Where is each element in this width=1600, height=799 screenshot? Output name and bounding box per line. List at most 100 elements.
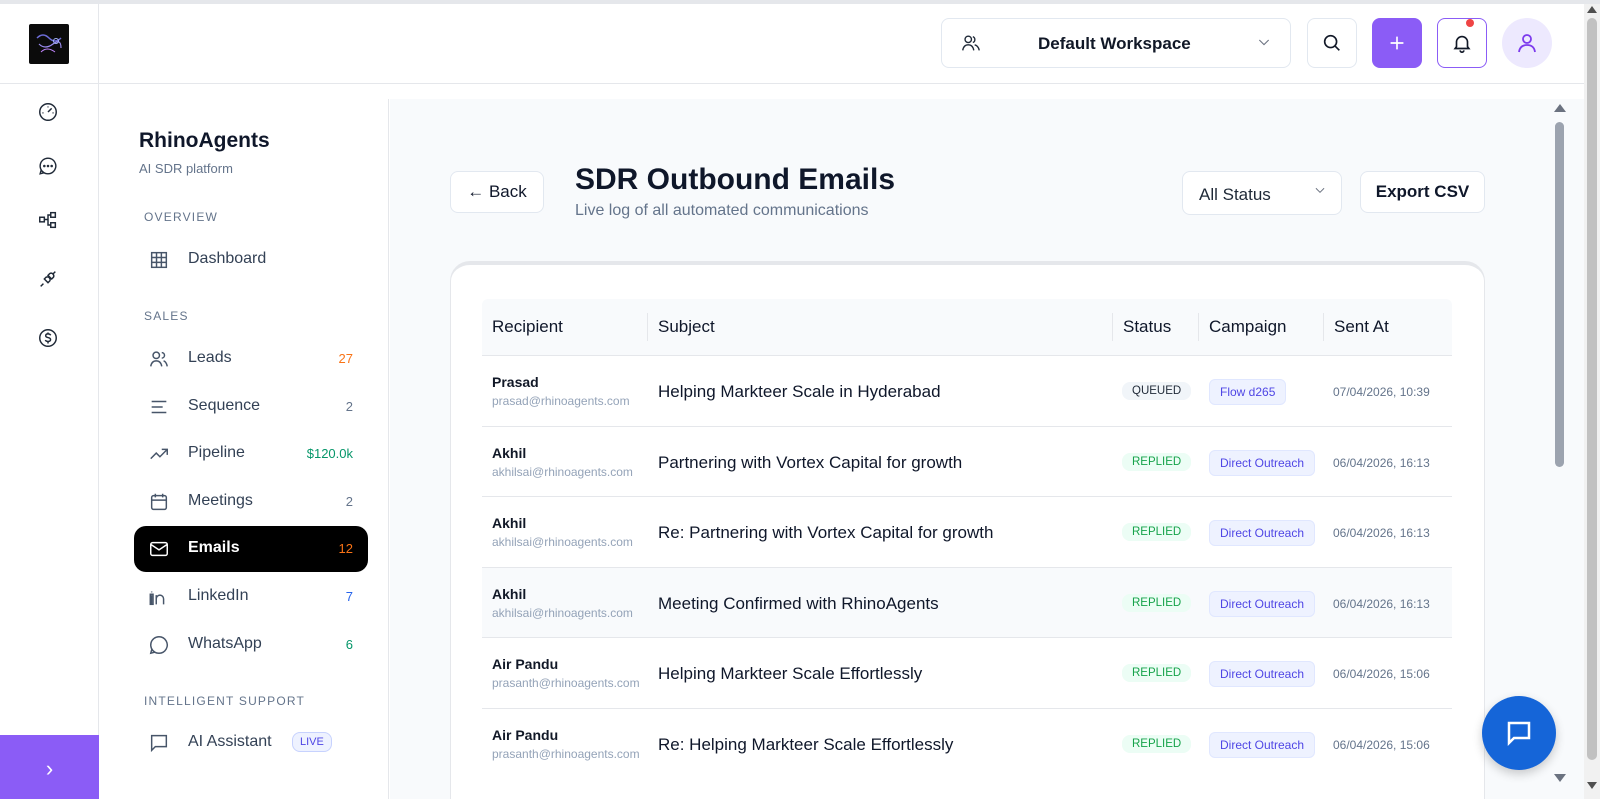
recipient-name: Akhil — [492, 585, 527, 602]
recipient-name: Air Pandu — [492, 726, 559, 743]
column-header-recipient[interactable]: Recipient — [492, 317, 563, 337]
recipient-email: prasad@rhinoagents.com — [492, 394, 630, 408]
recipient-email: akhilsai@rhinoagents.com — [492, 605, 633, 620]
campaign-tag[interactable]: Direct Outreach — [1209, 590, 1316, 617]
search-button[interactable] — [1307, 18, 1357, 68]
status-badge: QUEUED — [1122, 382, 1192, 400]
nav-item-meetings[interactable]: Meetings 2 — [134, 479, 368, 525]
status-badge: REPLIED — [1122, 523, 1192, 541]
app-logo[interactable] — [29, 24, 69, 64]
campaign-tag[interactable]: Direct Outreach — [1209, 661, 1316, 687]
window-scrollbar[interactable] — [1584, 4, 1600, 799]
nav-item-pipeline[interactable]: Pipeline $120.0k — [134, 431, 368, 477]
emails-card: Recipient Subject Status Campaign Sent A… — [450, 261, 1485, 799]
user-icon — [1518, 34, 1536, 53]
scroll-down-arrow[interactable] — [1587, 782, 1597, 789]
nav-item-linkedin[interactable]: LinkedIn 7 — [134, 574, 368, 620]
email-subject: Meeting Confirmed with RhinoAgents — [658, 593, 939, 613]
email-subject: Helping Markteer Scale Effortlessly — [658, 664, 923, 683]
notifications-button[interactable] — [1437, 18, 1487, 68]
top-header: Default Workspace — [99, 4, 1584, 84]
chat-bubble-icon[interactable] — [34, 152, 62, 180]
column-divider — [1323, 313, 1324, 341]
nav-label: Sequence — [188, 397, 261, 414]
user-avatar[interactable] — [1502, 18, 1552, 68]
nav-item-dashboard[interactable]: Dashboard — [134, 237, 368, 283]
email-subject: Partnering with Vortex Capital for growt… — [658, 452, 963, 472]
recipient-email: akhilsai@rhinoagents.com — [492, 464, 633, 479]
email-subject: Helping Markteer Scale in Hyderabad — [658, 382, 941, 401]
scroll-down-arrow[interactable] — [1554, 774, 1566, 782]
sent-at: 06/04/2026, 16:13 — [1333, 526, 1430, 540]
scroll-thumb[interactable] — [1555, 122, 1564, 467]
column-header-sent-at[interactable]: Sent At — [1334, 317, 1389, 337]
recipient-name: Akhil — [492, 444, 527, 461]
nav-item-sequence[interactable]: Sequence 2 — [134, 384, 368, 430]
page-title: SDR Outbound Emails — [575, 163, 896, 196]
column-header-campaign[interactable]: Campaign — [1209, 317, 1287, 337]
nav-item-emails[interactable]: Emails 12 — [134, 526, 368, 572]
nav-count: 2 — [345, 494, 353, 509]
calendar-icon — [148, 491, 170, 513]
status-filter-select[interactable]: All Status — [1182, 171, 1342, 215]
back-button[interactable]: ← Back — [450, 171, 544, 213]
chat-support-button[interactable] — [1482, 696, 1556, 770]
expand-sidebar-button[interactable]: › — [0, 735, 99, 799]
table-row[interactable]: Air Pandu prasanth@rhinoagents.com Helpi… — [482, 637, 1452, 708]
table-row[interactable]: Prasad prasad@rhinoagents.com Helping Ma… — [482, 355, 1452, 426]
scroll-thumb[interactable] — [1587, 18, 1597, 760]
sent-at: 06/04/2026, 15:06 — [1333, 667, 1430, 681]
page-subtitle: Live log of all automated communications — [575, 202, 869, 219]
status-badge: REPLIED — [1122, 734, 1192, 753]
nav-count: 27 — [338, 351, 353, 366]
table-row[interactable]: Akhil akhilsai@rhinoagents.com Partnerin… — [482, 425, 1452, 496]
nav-count: 6 — [345, 637, 353, 652]
section-intelligent-support: INTELLIGENT SUPPORT — [144, 694, 306, 708]
workflow-icon[interactable] — [34, 206, 62, 234]
recipient-name: Prasad — [492, 374, 539, 390]
emails-table: Recipient Subject Status Campaign Sent A… — [482, 299, 1452, 778]
column-divider — [1198, 313, 1199, 341]
users-icon — [148, 348, 170, 370]
column-header-subject[interactable]: Subject — [658, 317, 715, 337]
secondary-sidebar: RhinoAgents AI SDR platform OVERVIEW Das… — [99, 99, 389, 799]
table-row[interactable]: Air Pandu prasanth@rhinoagents.com Re: H… — [482, 707, 1452, 778]
linkedin-icon — [148, 586, 170, 608]
campaign-tag[interactable]: Direct Outreach — [1209, 520, 1316, 546]
workspace-label: Default Workspace — [1038, 34, 1191, 53]
main-content: ← Back SDR Outbound Emails Live log of a… — [390, 99, 1584, 799]
export-csv-button[interactable]: Export CSV — [1360, 171, 1485, 213]
scroll-up-arrow[interactable] — [1554, 104, 1566, 112]
table-row[interactable]: Akhil akhilsai@rhinoagents.com Re: Partn… — [482, 496, 1452, 567]
bell-icon — [1453, 35, 1471, 53]
message-square-icon — [148, 732, 170, 754]
workspace-selector[interactable]: Default Workspace — [941, 18, 1291, 68]
campaign-tag[interactable]: Direct Outreach — [1209, 449, 1316, 476]
nav-count: 7 — [345, 589, 353, 604]
lines-icon — [148, 396, 170, 418]
email-subject: Re: Helping Markteer Scale Effortlessly — [658, 734, 954, 754]
nav-item-leads[interactable]: Leads 27 — [134, 336, 368, 382]
status-filter-value: All Status — [1199, 185, 1271, 204]
plug-icon[interactable] — [34, 265, 62, 293]
nav-label: Leads — [188, 349, 232, 366]
column-header-status[interactable]: Status — [1123, 317, 1171, 337]
table-row[interactable]: Akhil akhilsai@rhinoagents.com Meeting C… — [482, 566, 1452, 637]
nav-item-whatsapp[interactable]: WhatsApp 6 — [134, 622, 368, 668]
gauge-icon[interactable] — [34, 98, 62, 126]
content-scrollbar[interactable] — [1552, 104, 1566, 799]
nav-label: AI Assistant — [188, 733, 272, 750]
nav-item-ai-assistant[interactable]: AI Assistant LIVE — [134, 720, 368, 766]
nav-label: LinkedIn — [188, 587, 249, 604]
scroll-up-arrow[interactable] — [1587, 6, 1597, 13]
chevron-down-icon — [1256, 34, 1272, 55]
column-divider — [1112, 313, 1113, 341]
add-button[interactable] — [1372, 18, 1422, 68]
nav-label: WhatsApp — [188, 635, 262, 652]
campaign-tag[interactable]: Direct Outreach — [1209, 731, 1316, 758]
dollar-icon[interactable] — [34, 324, 62, 352]
campaign-tag[interactable]: Flow d265 — [1209, 379, 1287, 405]
message-circle-icon — [148, 634, 170, 656]
brand-name: RhinoAgents — [139, 129, 270, 152]
icon-rail: › — [0, 4, 99, 799]
